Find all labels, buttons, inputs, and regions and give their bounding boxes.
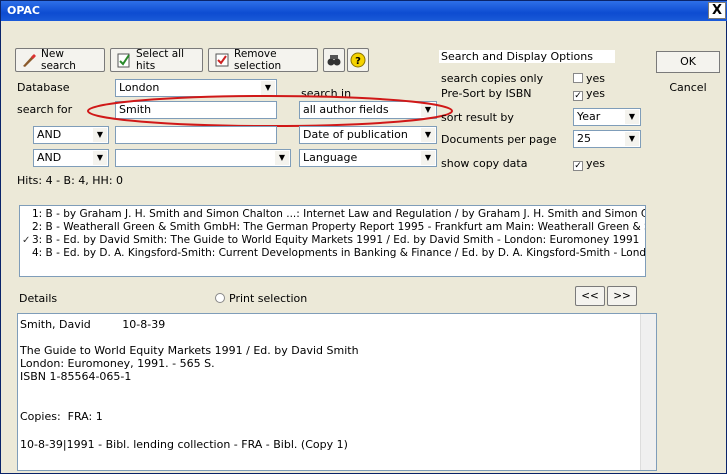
svg-text:?: ? — [355, 56, 361, 67]
details-line: The Guide to World Equity Markets 1991 /… — [20, 344, 359, 357]
value-select-3[interactable]: ▼ — [115, 149, 291, 167]
remove-selection-button[interactable]: Remove selection — [208, 48, 318, 72]
operator-select-2[interactable]: AND ▼ — [33, 126, 109, 144]
field-value-3: Language — [303, 151, 358, 164]
list-item-label: 3: B - Ed. by David Smith: The Guide to … — [32, 234, 640, 246]
select-all-button[interactable]: Select all hits — [110, 48, 203, 72]
select-all-label: Select all hits — [136, 48, 184, 72]
chevron-down-icon: ▼ — [625, 132, 639, 146]
search-for-label: search for — [17, 103, 73, 116]
checkbox-checked-icon: ✓ — [573, 91, 583, 101]
details-line: 10-8-39|1991 - Bibl. lending collection … — [20, 438, 348, 451]
sort-select[interactable]: Year ▼ — [573, 108, 641, 126]
docs-per-page-value: 25 — [577, 132, 591, 145]
print-selection-radio[interactable]: Print selection — [215, 292, 307, 305]
chevron-down-icon: ▼ — [421, 128, 435, 142]
field-select-3[interactable]: Language ▼ — [299, 149, 437, 167]
docs-per-page-select[interactable]: 25 ▼ — [573, 130, 641, 148]
list-item[interactable]: 2: B - Weatherall Green & Smith GmbH: Th… — [20, 221, 645, 234]
help-button[interactable]: ? — [347, 48, 369, 72]
close-button[interactable]: X — [708, 2, 726, 19]
chevron-down-icon: ▼ — [421, 151, 435, 165]
select-all-icon — [116, 52, 132, 68]
details-scrollbar[interactable] — [640, 314, 656, 470]
operator-value-3: AND — [37, 151, 62, 164]
list-item[interactable]: 4: B - Ed. by D. A. Kingsford-Smith: Cur… — [20, 247, 645, 260]
hits-count: Hits: 4 - B: 4, HH: 0 — [17, 174, 124, 187]
details-line: Smith, David 10-8-39 — [20, 318, 166, 331]
copy-data-value: yes — [586, 157, 606, 170]
search-input-2[interactable] — [115, 126, 277, 144]
chevron-down-icon: ▼ — [275, 151, 289, 165]
options-title: Search and Display Options — [439, 50, 615, 63]
remove-selection-icon — [214, 52, 230, 68]
opac-window: OPAC X New search Select all hits Remove… — [0, 0, 727, 474]
binoculars-icon — [326, 52, 342, 68]
copies-only-checkbox[interactable]: yes — [573, 72, 605, 85]
new-search-label: New search — [41, 48, 76, 72]
details-line: Copies: FRA: 1 — [20, 410, 103, 423]
radio-icon — [215, 293, 225, 303]
list-item[interactable]: 1: B - by Graham J. H. Smith and Simon C… — [20, 208, 645, 221]
new-search-button[interactable]: New search — [15, 48, 105, 72]
copy-data-checkbox[interactable]: ✓ yes — [573, 157, 605, 171]
operator-value-2: AND — [37, 128, 62, 141]
copies-only-value: yes — [586, 72, 606, 85]
field-select-2[interactable]: Date of publication ▼ — [299, 126, 437, 144]
details-panel[interactable]: Smith, David 10-8-39 The Guide to World … — [17, 313, 657, 471]
binoculars-button[interactable] — [323, 48, 345, 72]
details-line: London: Euromoney, 1991. - 565 S. — [20, 357, 215, 370]
copy-data-label: show copy data — [441, 157, 528, 170]
ok-button[interactable]: OK — [656, 51, 720, 73]
chevron-down-icon: ▼ — [625, 110, 639, 124]
next-button[interactable]: >> — [607, 286, 637, 306]
checkmark-icon: ✓ — [22, 235, 31, 246]
presort-checkbox[interactable]: ✓ yes — [573, 87, 605, 101]
sort-value: Year — [577, 110, 601, 123]
window-title: OPAC — [7, 4, 40, 17]
remove-selection-label: Remove selection — [234, 48, 282, 72]
operator-select-3[interactable]: AND ▼ — [33, 149, 109, 167]
list-item[interactable]: ✓ 3: B - Ed. by David Smith: The Guide to… — [20, 234, 645, 247]
results-list[interactable]: 1: B - by Graham J. H. Smith and Simon C… — [19, 205, 646, 277]
details-line: ISBN 1-85564-065-1 — [20, 370, 132, 383]
print-selection-label: Print selection — [229, 292, 308, 305]
cancel-button[interactable]: Cancel — [656, 81, 720, 94]
checkbox-unchecked-icon — [573, 73, 583, 83]
checkbox-checked-icon: ✓ — [573, 161, 583, 171]
brush-icon — [21, 52, 37, 68]
field-value-2: Date of publication — [303, 128, 408, 141]
docs-per-page-label: Documents per page — [441, 133, 557, 146]
sort-label: sort result by — [441, 111, 514, 124]
help-icon: ? — [350, 52, 366, 68]
presort-value: yes — [586, 87, 606, 100]
presort-label: Pre-Sort by ISBN — [441, 87, 532, 100]
chevron-down-icon: ▼ — [93, 128, 107, 142]
title-bar: OPAC X — [1, 1, 727, 21]
prev-button[interactable]: << — [575, 286, 605, 306]
chevron-down-icon: ▼ — [93, 151, 107, 165]
details-label: Details — [19, 292, 58, 305]
copies-only-label: search copies only — [441, 72, 544, 85]
database-label: Database — [17, 81, 70, 94]
